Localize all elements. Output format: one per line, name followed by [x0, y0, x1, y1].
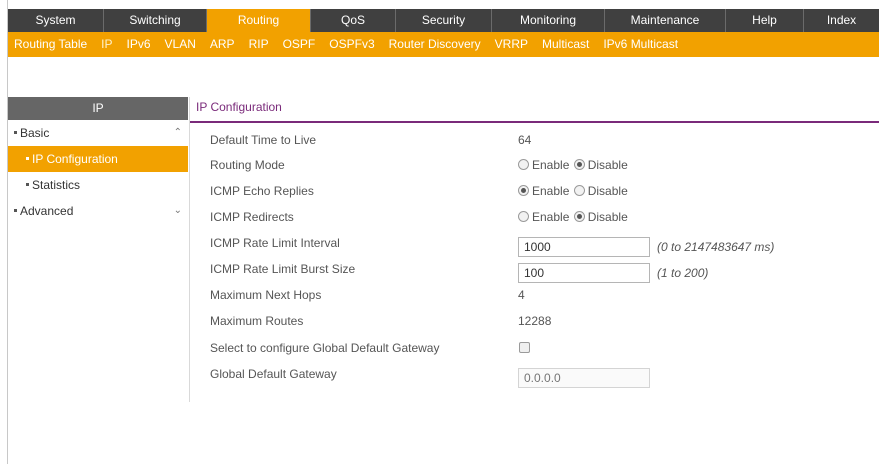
row-default-ttl: Default Time to Live 64 [210, 130, 870, 150]
max-next-hops-value: 4 [518, 288, 525, 302]
option-label: Disable [587, 184, 628, 198]
option-label: Enable [532, 158, 570, 172]
global-gw-checkbox[interactable] [519, 342, 530, 353]
main-nav: System Switching Routing QoS Security Mo… [8, 9, 879, 32]
max-routes-value: 12288 [518, 314, 552, 328]
max-next-hops-label: Maximum Next Hops [210, 288, 322, 302]
sub-nav: Routing Table IP IPv6 VLAN ARP RIP OSPF … [8, 32, 879, 57]
default-ttl-value: 64 [518, 133, 532, 147]
subtab-ipv6[interactable]: IPv6 [120, 32, 158, 57]
global-gw-select-label: Select to configure Global Default Gatew… [210, 341, 440, 355]
sidebar-item-label: IP Configuration [32, 152, 118, 166]
sidebar-item-basic[interactable]: Basic ⌃ [8, 120, 188, 146]
sidebar-item-ip-configuration[interactable]: IP Configuration [8, 146, 188, 172]
routing-mode-label: Routing Mode [210, 158, 285, 172]
tab-system[interactable]: System [8, 9, 104, 32]
icmp-echo-radios: Enable Disable [518, 181, 629, 201]
chevron-up-icon[interactable]: ⌃ [174, 120, 182, 146]
routing-mode-disable-radio[interactable] [573, 159, 585, 170]
subtab-vlan[interactable]: VLAN [158, 32, 203, 57]
global-gw-input[interactable] [518, 368, 650, 388]
bullet-icon [14, 209, 17, 213]
row-icmp-redirects: ICMP Redirects Enable Disable [210, 207, 870, 227]
routing-mode-enable-radio[interactable] [518, 159, 529, 170]
default-ttl-label: Default Time to Live [210, 133, 317, 147]
subtab-routing-table[interactable]: Routing Table [8, 32, 94, 57]
row-routing-mode: Routing Mode Enable Disable [210, 155, 870, 175]
page-title: IP Configuration [196, 100, 282, 114]
subtab-multicast[interactable]: Multicast [535, 32, 596, 57]
tab-index[interactable]: Index [804, 9, 879, 32]
bullet-icon [14, 131, 17, 135]
icmp-rate-interval-hint: (0 to 2147483647 ms) [657, 240, 775, 254]
sidebar-title: IP [8, 97, 188, 120]
sidebar: IP Basic ⌃ IP Configuration Statistics A… [8, 97, 188, 224]
subtab-arp[interactable]: ARP [203, 32, 242, 57]
row-icmp-rate-interval: ICMP Rate Limit Interval (0 to 214748364… [210, 233, 870, 257]
chevron-down-icon[interactable]: ⌄ [174, 198, 182, 224]
icmp-redirects-radios: Enable Disable [518, 207, 629, 227]
option-label: Disable [587, 158, 628, 172]
tab-routing[interactable]: Routing [207, 9, 311, 32]
icmp-redirects-disable-radio[interactable] [573, 211, 585, 222]
row-icmp-echo: ICMP Echo Replies Enable Disable [210, 181, 870, 201]
sidebar-item-label: Advanced [20, 204, 74, 218]
icmp-redirects-enable-radio[interactable] [518, 211, 529, 222]
title-underline [190, 121, 879, 123]
global-gw-label: Global Default Gateway [210, 367, 337, 381]
option-label: Enable [532, 184, 570, 198]
sidebar-divider [189, 97, 190, 402]
icmp-rate-burst-label: ICMP Rate Limit Burst Size [210, 262, 356, 276]
tab-monitoring[interactable]: Monitoring [492, 9, 605, 32]
subtab-ip[interactable]: IP [94, 32, 119, 57]
bullet-icon [26, 183, 29, 187]
option-label: Disable [587, 210, 628, 224]
row-global-gw-select: Select to configure Global Default Gatew… [210, 338, 870, 358]
tab-qos[interactable]: QoS [311, 9, 396, 32]
icmp-redirects-label: ICMP Redirects [210, 210, 294, 224]
max-routes-label: Maximum Routes [210, 314, 304, 328]
icmp-rate-burst-input[interactable] [518, 263, 650, 283]
icmp-rate-burst-hint: (1 to 200) [657, 266, 709, 280]
page-border [7, 0, 8, 464]
tab-maintenance[interactable]: Maintenance [605, 9, 726, 32]
tab-security[interactable]: Security [396, 9, 492, 32]
icmp-rate-interval-label: ICMP Rate Limit Interval [210, 236, 340, 250]
row-max-routes: Maximum Routes 12288 [210, 311, 870, 331]
subtab-ospfv3[interactable]: OSPFv3 [322, 32, 381, 57]
icmp-rate-interval-input[interactable] [518, 237, 650, 257]
icmp-echo-enable-radio[interactable] [518, 185, 529, 196]
bullet-icon [26, 157, 29, 161]
sidebar-item-statistics[interactable]: Statistics [8, 172, 188, 198]
row-max-next-hops: Maximum Next Hops 4 [210, 285, 870, 305]
sidebar-item-label: Statistics [32, 178, 81, 192]
sidebar-item-label: Basic [20, 126, 50, 140]
subtab-ospf[interactable]: OSPF [276, 32, 323, 57]
sidebar-item-advanced[interactable]: Advanced ⌄ [8, 198, 188, 224]
icmp-echo-disable-radio[interactable] [573, 185, 585, 196]
subtab-vrrp[interactable]: VRRP [488, 32, 535, 57]
subtab-router-discovery[interactable]: Router Discovery [382, 32, 488, 57]
row-icmp-rate-burst: ICMP Rate Limit Burst Size (1 to 200) [210, 259, 870, 283]
subtab-rip[interactable]: RIP [242, 32, 276, 57]
icmp-echo-label: ICMP Echo Replies [210, 184, 314, 198]
routing-mode-radios: Enable Disable [518, 155, 629, 175]
option-label: Enable [532, 210, 570, 224]
row-global-gw: Global Default Gateway [210, 364, 870, 388]
tab-switching[interactable]: Switching [104, 9, 207, 32]
subtab-ipv6-multicast[interactable]: IPv6 Multicast [596, 32, 685, 57]
tab-help[interactable]: Help [726, 9, 804, 32]
